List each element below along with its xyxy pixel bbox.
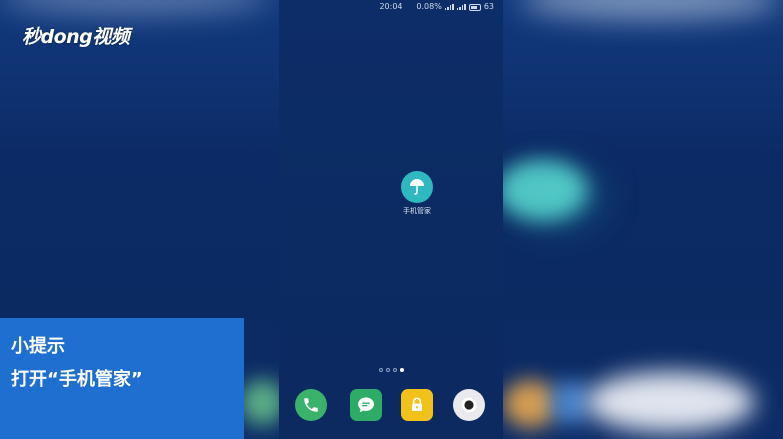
phone-icon: [304, 398, 318, 412]
status-indicators: 0.08% 63: [416, 0, 494, 14]
signal-icon: [456, 4, 466, 10]
page-indicator: [379, 368, 404, 372]
tip-panel: 小提示 打开“手机管家”: [0, 318, 244, 439]
message-icon: [358, 397, 374, 413]
dock-phone-button[interactable]: [295, 389, 327, 421]
umbrella-icon: [401, 171, 433, 203]
page-dot: [379, 368, 383, 372]
page-dot: [393, 368, 397, 372]
app-label: 手机管家: [403, 207, 431, 215]
phone-screen: 20:04 0.08% 63 手机管家: [279, 0, 503, 439]
dock-lock-button[interactable]: [401, 389, 433, 421]
dock: [295, 389, 490, 421]
dock-camera-button[interactable]: [453, 389, 485, 421]
app-phone-manager[interactable]: 手机管家: [397, 171, 437, 216]
page-dot: [386, 368, 390, 372]
dock-messages-button[interactable]: [350, 389, 382, 421]
network-speed: 0.08%: [416, 2, 442, 11]
watermark-logo: 秒dong视频: [22, 26, 130, 48]
tip-title: 小提示: [11, 336, 65, 357]
signal-icon: [444, 4, 454, 10]
status-bar: 20:04 0.08% 63: [279, 0, 503, 14]
lock-icon: [412, 397, 422, 411]
tip-text: 打开“手机管家”: [11, 369, 143, 390]
battery-icon: [468, 3, 481, 11]
camera-icon: [461, 397, 477, 413]
battery-level: 63: [483, 2, 494, 11]
page-dot-active: [400, 368, 404, 372]
